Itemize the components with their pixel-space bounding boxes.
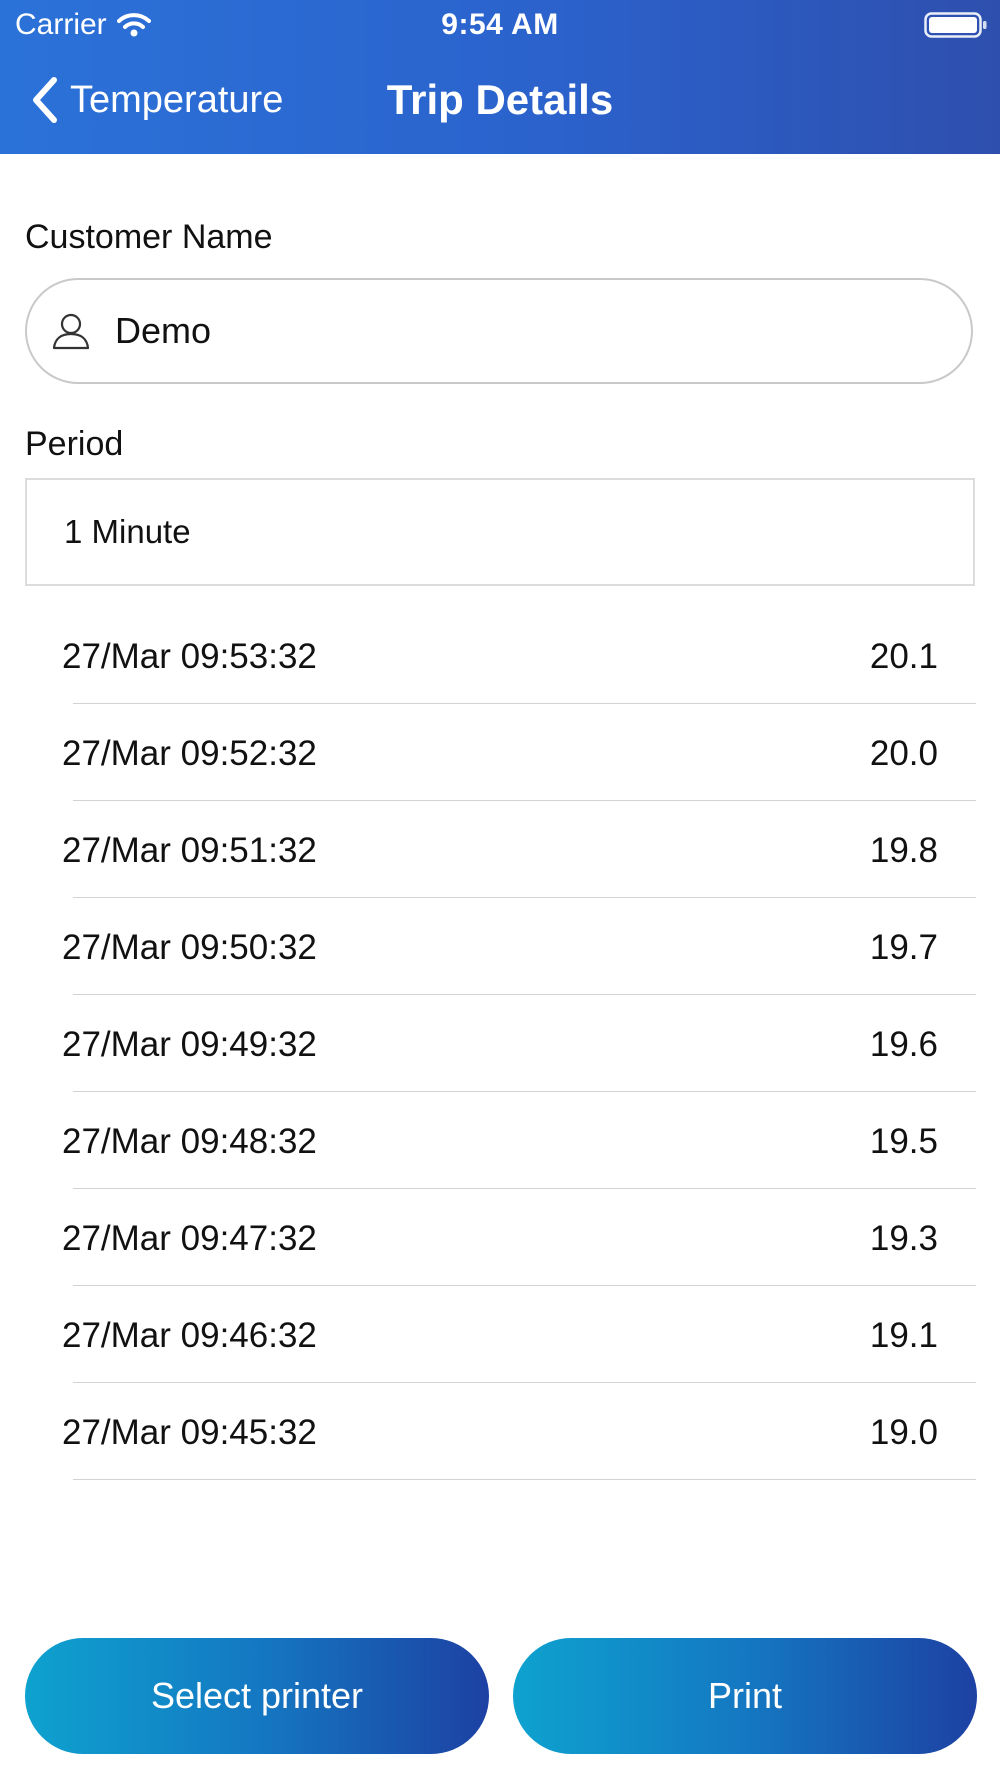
reading-time: 27/Mar 09:46:32 (62, 1316, 317, 1355)
person-icon (52, 313, 90, 350)
reading-time: 27/Mar 09:50:32 (62, 928, 317, 967)
reading-time: 27/Mar 09:47:32 (62, 1219, 317, 1258)
list-item[interactable]: 27/Mar 09:46:32 19.1 (0, 1286, 1000, 1383)
reading-value: 20.0 (869, 734, 938, 773)
reading-value: 19.7 (869, 928, 938, 967)
period-value: 1 Minute (64, 513, 191, 550)
reading-time: 27/Mar 09:45:32 (62, 1413, 317, 1452)
list-item[interactable]: 27/Mar 09:47:32 19.3 (0, 1189, 1000, 1286)
period-select[interactable]: 1 Minute (25, 478, 975, 586)
list-item[interactable]: 27/Mar 09:50:32 19.7 (0, 898, 1000, 995)
print-button[interactable]: Print (513, 1638, 977, 1754)
reading-value: 20.1 (869, 637, 938, 676)
reading-value: 19.8 (869, 831, 938, 870)
select-printer-button[interactable]: Select printer (25, 1638, 489, 1754)
list-item[interactable]: 27/Mar 09:48:32 19.5 (0, 1092, 1000, 1189)
reading-value: 19.1 (869, 1316, 938, 1355)
list-item[interactable]: 27/Mar 09:49:32 19.6 (0, 995, 1000, 1092)
reading-time: 27/Mar 09:52:32 (62, 734, 317, 773)
reading-value: 19.6 (869, 1025, 938, 1064)
trip-details-screen: Carrier 9:54 AM Temperature Trip Details… (0, 0, 1000, 1778)
list-item[interactable]: 27/Mar 09:53:32 20.1 (0, 607, 1000, 704)
reading-value: 19.0 (869, 1413, 938, 1452)
list-item[interactable]: 27/Mar 09:52:32 20.0 (0, 704, 1000, 801)
status-bar: Carrier 9:54 AM (0, 0, 1000, 50)
reading-time: 27/Mar 09:48:32 (62, 1122, 317, 1161)
reading-time: 27/Mar 09:53:32 (62, 637, 317, 676)
customer-name-label: Customer Name (25, 218, 273, 256)
customer-name-input[interactable] (115, 310, 875, 352)
reading-value: 19.3 (869, 1219, 938, 1258)
reading-value: 19.5 (869, 1122, 938, 1161)
battery-full-icon (924, 12, 987, 38)
reading-time: 27/Mar 09:49:32 (62, 1025, 317, 1064)
header-bar: Carrier 9:54 AM Temperature Trip Details (0, 0, 1000, 154)
row-divider (73, 1479, 976, 1480)
readings-list: 27/Mar 09:53:32 20.1 27/Mar 09:52:32 20.… (0, 607, 1000, 1480)
list-item[interactable]: 27/Mar 09:51:32 19.8 (0, 801, 1000, 898)
status-time: 9:54 AM (441, 8, 559, 41)
period-label: Period (25, 425, 124, 463)
list-item[interactable]: 27/Mar 09:45:32 19.0 (0, 1383, 1000, 1480)
navigation-bar: Temperature Trip Details (0, 60, 1000, 144)
customer-name-field[interactable] (25, 278, 973, 384)
page-title: Trip Details (386, 76, 614, 123)
reading-time: 27/Mar 09:51:32 (62, 831, 317, 870)
